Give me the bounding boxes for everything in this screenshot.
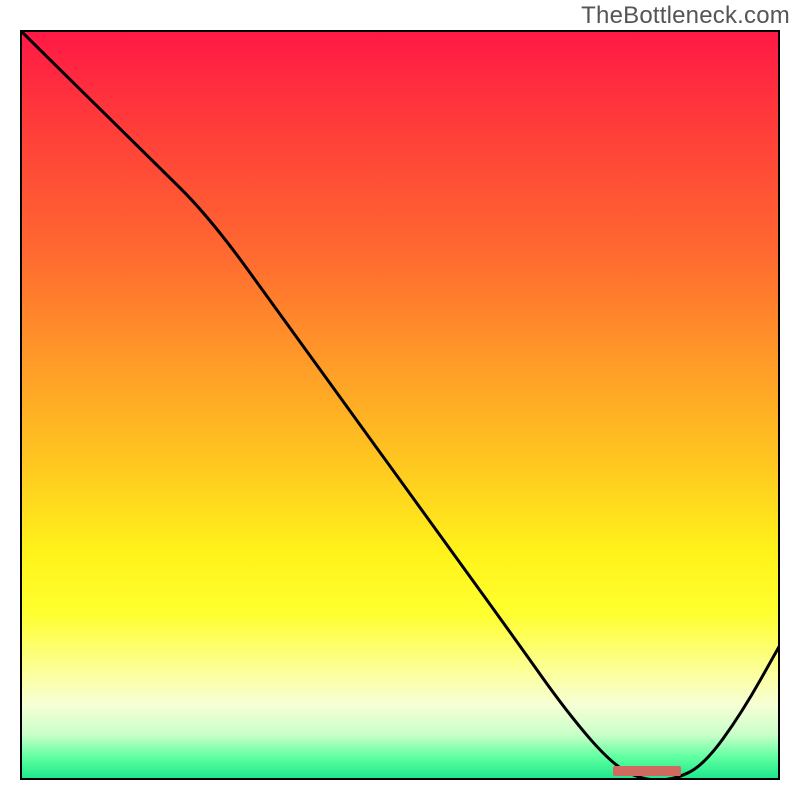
- bottleneck-curve: [20, 30, 780, 780]
- plot-area: [20, 30, 780, 780]
- optimal-range-marker: [613, 766, 681, 776]
- chart-container: TheBottleneck.com: [0, 0, 800, 800]
- attribution-text: TheBottleneck.com: [581, 2, 790, 30]
